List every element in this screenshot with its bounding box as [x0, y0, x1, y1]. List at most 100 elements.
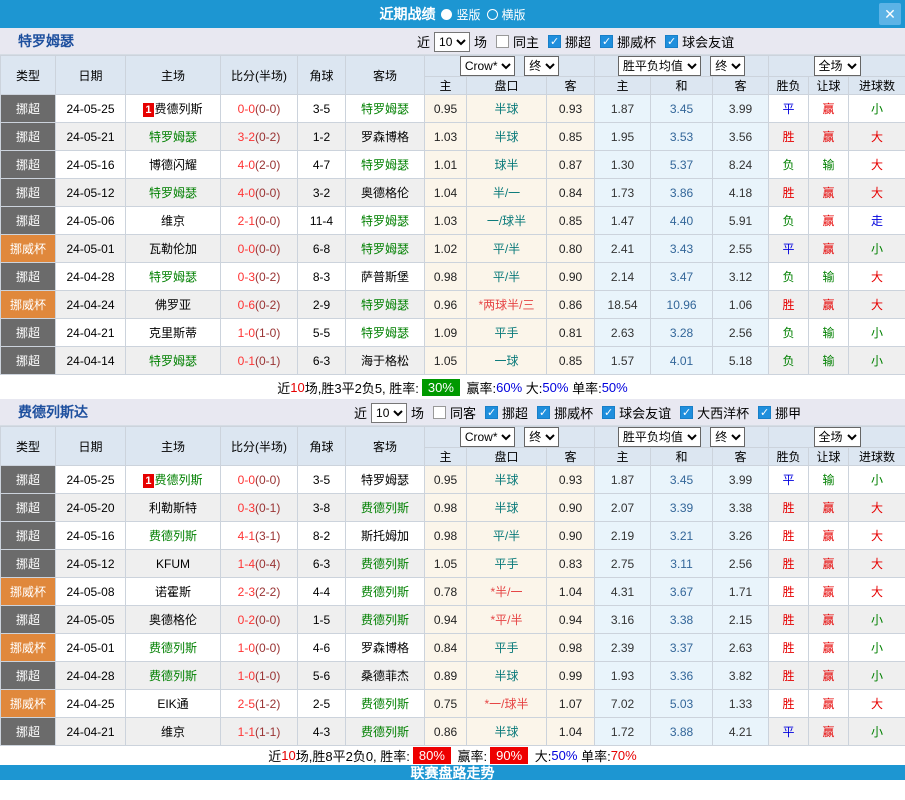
avg-odds-home: 3.16 [595, 606, 651, 634]
halftime-score: (2-0) [255, 158, 280, 172]
halftime-score: (0-0) [255, 473, 280, 487]
odds-provider-select[interactable]: Crow* [460, 427, 515, 447]
home-team: 特罗姆瑟 [126, 263, 221, 291]
scope-select[interactable]: 全场 [814, 56, 861, 76]
avg-time-select[interactable]: 终 [710, 56, 745, 76]
home-water: 0.95 [425, 95, 467, 123]
match-row: 挪威杯24-04-25EIK通2-5(1-2)2-5费德列斯0.75*一/球半1… [1, 690, 905, 718]
home-water: 1.02 [425, 235, 467, 263]
fulltime-score: 3-2 [238, 130, 255, 144]
same-venue-label: 同客 [450, 403, 476, 422]
summary-part: 近 [268, 746, 281, 765]
goals-result: 大 [849, 123, 905, 151]
corners: 8-2 [298, 522, 346, 550]
close-button[interactable]: ✕ [879, 3, 901, 25]
subcol-handicap: 盘口 [467, 77, 547, 95]
odds-time-select[interactable]: 终 [524, 56, 559, 76]
avg-time-select[interactable]: 终 [710, 427, 745, 447]
checkbox-checked[interactable]: ✓ [602, 406, 615, 419]
away-team-name: 特罗姆瑟 [361, 298, 409, 312]
halftime-score: (1-2) [255, 697, 280, 711]
col-away: 客场 [346, 427, 425, 466]
handicap: 平手 [467, 319, 547, 347]
home-team-name: 费德列斯 [149, 641, 197, 655]
subcol-goals: 进球数 [849, 77, 905, 95]
corners: 2-9 [298, 291, 346, 319]
handicap: 平/半 [467, 522, 547, 550]
home-water: 0.98 [425, 494, 467, 522]
checkbox-checked[interactable]: ✓ [537, 406, 550, 419]
match-date: 24-04-21 [56, 319, 126, 347]
score: 0-1(0-1) [221, 347, 298, 375]
match-count-select[interactable]: 10 [371, 403, 407, 423]
avg-odds-home: 2.41 [595, 235, 651, 263]
odds-provider-select[interactable]: Crow* [460, 56, 515, 76]
checkbox-unchecked[interactable] [496, 35, 509, 48]
handicap-result: 赢 [809, 291, 849, 319]
checkbox-checked[interactable]: ✓ [665, 35, 678, 48]
away-team: 萨普斯堡 [346, 263, 425, 291]
summary-part: 60% [496, 380, 522, 395]
score: 0-0(0-0) [221, 466, 298, 494]
match-date: 24-04-14 [56, 347, 126, 375]
avg-odds-away: 3.99 [713, 466, 769, 494]
handicap-result: 赢 [809, 179, 849, 207]
league-type: 挪超 [1, 123, 56, 151]
games-label: 场 [411, 403, 424, 422]
checkbox-checked[interactable]: ✓ [758, 406, 771, 419]
match-row: 挪超24-05-16博德闪耀4-0(2-0)4-7特罗姆瑟1.01球半0.871… [1, 151, 905, 179]
filter-bar: 近10场同主✓挪超✓挪威杯✓球会友谊 [415, 28, 736, 55]
checkbox-checked[interactable]: ✓ [548, 35, 561, 48]
handicap: *两球半/三 [467, 291, 547, 319]
home-team: 克里斯蒂 [126, 319, 221, 347]
subcol-avg-away: 客 [713, 77, 769, 95]
fulltime-score: 0-0 [238, 102, 255, 116]
match-row: 挪超24-05-12特罗姆瑟4-0(0-0)3-2奥德格伦1.04半/一0.84… [1, 179, 905, 207]
match-date: 24-04-28 [56, 662, 126, 690]
vertical-radio-label[interactable]: 竖版 [456, 6, 480, 23]
handicap: 平/半 [467, 263, 547, 291]
home-water: 0.98 [425, 522, 467, 550]
match-date: 24-05-16 [56, 151, 126, 179]
avg-odds-draw: 10.96 [651, 291, 713, 319]
avg-odds-home: 18.54 [595, 291, 651, 319]
result-group-header: 全场 [769, 56, 905, 77]
avg-group-header: 胜平负均值 终 [595, 56, 769, 77]
summary-part: 50% [542, 380, 568, 395]
avg-type-select[interactable]: 胜平负均值 [618, 56, 701, 76]
odds-time-select[interactable]: 终 [524, 427, 559, 447]
scope-select[interactable]: 全场 [814, 427, 861, 447]
horizontal-radio[interactable] [487, 9, 498, 20]
avg-odds-away: 3.99 [713, 95, 769, 123]
home-team: 特罗姆瑟 [126, 123, 221, 151]
fulltime-score: 2-5 [238, 697, 255, 711]
table-header-row: 类型 日期 主场 比分(半场) 角球 客场 Crow* 终 胜平负均值 终 全场 [1, 427, 905, 448]
league-filter-label: 球会友谊 [619, 403, 671, 422]
goals-result: 小 [849, 235, 905, 263]
avg-odds-home: 2.63 [595, 319, 651, 347]
handicap: 半球 [467, 494, 547, 522]
summary-part: 90% [490, 747, 528, 764]
checkbox-checked[interactable]: ✓ [600, 35, 613, 48]
match-date: 24-05-06 [56, 207, 126, 235]
league-type: 挪超 [1, 522, 56, 550]
home-team-name: 佛罗亚 [155, 298, 191, 312]
checkbox-unchecked[interactable] [433, 406, 446, 419]
halftime-score: (0-0) [255, 613, 280, 627]
avg-type-select[interactable]: 胜平负均值 [618, 427, 701, 447]
away-team-name: 斯托姆加 [361, 529, 409, 543]
team-name: 费德列斯达 [18, 402, 88, 422]
avg-odds-away: 3.56 [713, 123, 769, 151]
match-row: 挪超24-04-21克里斯蒂1-0(1-0)5-5特罗姆瑟1.09平手0.812… [1, 319, 905, 347]
handicap-result: 赢 [809, 522, 849, 550]
avg-odds-draw: 3.86 [651, 179, 713, 207]
odds-group-header: Crow* 终 [425, 427, 595, 448]
horizontal-radio-label[interactable]: 横版 [502, 6, 526, 23]
subcol-handicap-result: 让球 [809, 77, 849, 95]
vertical-radio-selected[interactable] [441, 9, 452, 20]
checkbox-checked[interactable]: ✓ [485, 406, 498, 419]
checkbox-checked[interactable]: ✓ [680, 406, 693, 419]
avg-odds-home: 7.02 [595, 690, 651, 718]
match-count-select[interactable]: 10 [434, 32, 470, 52]
halftime-score: (0-4) [255, 557, 280, 571]
